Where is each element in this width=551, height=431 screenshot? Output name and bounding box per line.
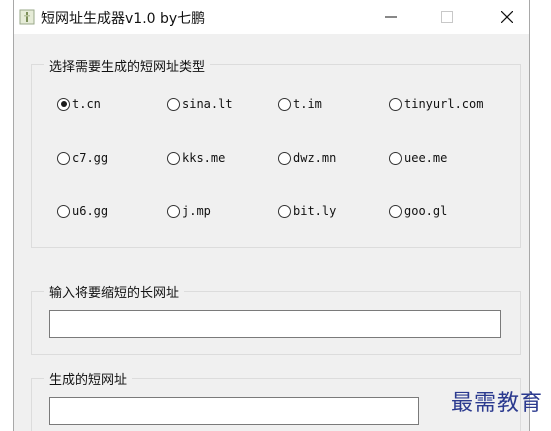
radio-uee-me[interactable]: uee.me (389, 151, 447, 165)
minimize-button[interactable] (368, 0, 414, 34)
title-bar[interactable]: 短网址生成器v1.0 by七鹏 (14, 0, 529, 34)
radio-t-cn[interactable]: t.cn (57, 97, 101, 111)
minimize-icon (385, 16, 397, 18)
radio-u6-gg[interactable]: u6.gg (57, 204, 108, 218)
radio-kks-me[interactable]: kks.me (167, 151, 225, 165)
radio-indicator (57, 97, 70, 111)
radio-tinyurl-com[interactable]: tinyurl.com (389, 97, 483, 111)
radio-indicator (167, 204, 180, 218)
short-url-output[interactable] (49, 397, 419, 425)
radio-indicator (278, 204, 291, 218)
radio-indicator (278, 97, 291, 111)
radio-indicator (389, 151, 402, 165)
type-group-legend: 选择需要生成的短网址类型 (44, 56, 211, 75)
short-url-legend: 生成的短网址 (44, 369, 133, 388)
watermark-text: 最需教育 (450, 391, 543, 416)
radio-j-mp[interactable]: j.mp (167, 204, 211, 218)
maximize-icon (441, 11, 453, 23)
radio-indicator (57, 151, 70, 165)
maximize-button[interactable] (424, 0, 470, 34)
radio-indicator (389, 204, 402, 218)
radio-indicator (57, 204, 70, 218)
long-url-input[interactable] (49, 310, 501, 338)
radio-c7-gg[interactable]: c7.gg (57, 151, 108, 165)
radio-indicator (167, 97, 180, 111)
radio-sina-lt[interactable]: sina.lt (167, 97, 233, 111)
radio-dwz-mn[interactable]: dwz.mn (278, 151, 336, 165)
radio-bit-ly[interactable]: bit.ly (278, 204, 336, 218)
close-button[interactable] (484, 0, 529, 34)
radio-indicator (167, 151, 180, 165)
window-title: 短网址生成器v1.0 by七鹏 (41, 11, 206, 27)
app-window: 短网址生成器v1.0 by七鹏 选择需要生成的短网址类型 t.cn sina.l… (13, 0, 530, 431)
app-icon (19, 9, 35, 25)
close-icon (501, 11, 513, 23)
radio-indicator (278, 151, 291, 165)
long-url-legend: 输入将要缩短的长网址 (44, 282, 185, 301)
radio-indicator (389, 97, 402, 111)
radio-goo-gl[interactable]: goo.gl (389, 204, 447, 218)
radio-t-im[interactable]: t.im (278, 97, 322, 111)
